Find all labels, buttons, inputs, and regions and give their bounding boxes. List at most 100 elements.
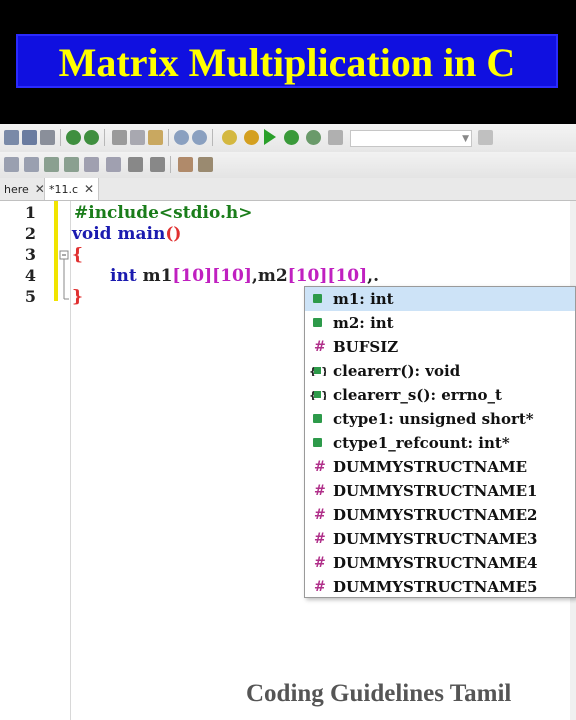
undo-icon[interactable]	[66, 130, 81, 145]
code-line-3: {	[72, 245, 83, 265]
function-icon: { }	[309, 389, 326, 400]
find-icon[interactable]	[174, 130, 189, 145]
jump-back-icon[interactable]	[24, 157, 39, 172]
svg-text:}: }	[321, 389, 326, 400]
paste-icon[interactable]	[148, 130, 163, 145]
run-icon[interactable]	[264, 129, 276, 145]
gear-icon[interactable]	[244, 130, 259, 145]
autocomplete-item[interactable]: # DUMMYSTRUCTNAME1	[305, 479, 575, 503]
channel-watermark: Coding Guidelines Tamil	[246, 680, 512, 707]
autocomplete-item[interactable]: m1: int	[305, 287, 575, 311]
autocomplete-item[interactable]: { } clearerr_s(): errno_t	[305, 383, 575, 407]
macro-icon: #	[314, 483, 326, 499]
title-box: Matrix Multiplication in C	[16, 34, 558, 88]
chevron-down-icon: ▼	[462, 134, 469, 144]
save-all-icon[interactable]	[22, 130, 37, 145]
zoom-fit-icon[interactable]	[178, 157, 193, 172]
code-tail: ,.	[367, 266, 380, 286]
autocomplete-item[interactable]: m2: int	[305, 311, 575, 335]
code-line-5: }	[72, 287, 83, 307]
toolbar-separator	[212, 129, 213, 146]
variable-icon	[313, 438, 322, 447]
array-dim: [10]	[172, 266, 213, 286]
line-number: 5	[24, 287, 36, 306]
abort-icon[interactable]	[328, 130, 343, 145]
macro-icon: #	[314, 555, 326, 571]
toolbar-separator	[168, 129, 169, 146]
line-number: 4	[24, 266, 36, 285]
cut-icon[interactable]	[112, 130, 127, 145]
toolbar-separator	[104, 129, 105, 146]
secondary-toolbar	[0, 152, 576, 179]
macro-icon: #	[314, 507, 326, 523]
autocomplete-popup[interactable]: m1: int m2: int # BUFSIZ { } clearerr():…	[304, 286, 576, 598]
macro-icon: #	[314, 339, 326, 355]
toolbar-separator	[60, 129, 61, 146]
autocomplete-item[interactable]: ctype1_refcount: int*	[305, 431, 575, 455]
toolbar-separator	[170, 156, 171, 173]
macro-icon: #	[314, 579, 326, 595]
editor-tabs: here ✕ *11.c ✕	[0, 178, 576, 201]
stop-icon[interactable]	[150, 157, 165, 172]
select-target-icon[interactable]	[478, 130, 493, 145]
main-toolbar: ▼	[0, 124, 576, 153]
autocomplete-item[interactable]: # DUMMYSTRUCTNAME	[305, 455, 575, 479]
macro-icon: #	[314, 459, 326, 475]
svg-text:}: }	[321, 365, 326, 376]
array-dim: [10]	[287, 266, 328, 286]
debug-icon[interactable]	[306, 130, 321, 145]
autocomplete-item[interactable]: ctype1: unsigned short*	[305, 407, 575, 431]
function-icon: { }	[309, 365, 326, 376]
autocomplete-item[interactable]: # BUFSIZ	[305, 335, 575, 359]
title-banner: Matrix Multiplication in C	[0, 0, 576, 122]
line-number: 2	[24, 224, 36, 243]
margin-line	[70, 201, 71, 720]
variable-icon	[313, 294, 322, 303]
help-icon[interactable]	[198, 157, 213, 172]
macro-icon: #	[314, 531, 326, 547]
replace-icon[interactable]	[192, 130, 207, 145]
fold-marker-icon[interactable]	[58, 201, 70, 311]
print-icon[interactable]	[40, 130, 55, 145]
tab-label: *11.c	[49, 183, 79, 196]
paren: ()	[165, 224, 182, 244]
code-line-4: int m1[10][10],m2[10][10],.	[110, 266, 379, 286]
jump-icon[interactable]	[4, 157, 19, 172]
autocomplete-item[interactable]: # DUMMYSTRUCTNAME2	[305, 503, 575, 527]
tab-here[interactable]: here ✕	[0, 178, 49, 200]
build-target-select[interactable]: ▼	[350, 130, 472, 147]
fold-margin	[58, 201, 70, 720]
array-dim: [10]	[327, 266, 368, 286]
code-line-1: #include<stdio.h>	[74, 203, 253, 223]
close-icon[interactable]: ✕	[84, 182, 94, 196]
tab-label: here	[4, 183, 29, 196]
variable-icon	[313, 318, 322, 327]
identifier: m1	[136, 266, 173, 286]
bookmark-icon[interactable]	[64, 157, 79, 172]
redo-icon[interactable]	[84, 130, 99, 145]
banner-title: Matrix Multiplication in C	[58, 40, 516, 85]
function-name: main	[111, 224, 166, 244]
jump-forward-icon[interactable]	[44, 157, 59, 172]
line-number: 1	[24, 203, 36, 222]
pause-icon[interactable]	[128, 157, 143, 172]
line-number-gutter: 1 2 3 4 5	[0, 201, 54, 720]
bookmark-next-icon[interactable]	[106, 157, 121, 172]
bookmark-prev-icon[interactable]	[84, 157, 99, 172]
array-dim: [10]	[212, 266, 252, 286]
code-line-2: void main()	[72, 224, 181, 244]
copy-icon[interactable]	[130, 130, 145, 145]
autocomplete-item[interactable]: # DUMMYSTRUCTNAME4	[305, 551, 575, 575]
tab-11c[interactable]: *11.c ✕	[44, 178, 100, 200]
identifier: m2	[257, 266, 288, 286]
line-number: 3	[24, 245, 36, 264]
autocomplete-item[interactable]: # DUMMYSTRUCTNAME5	[305, 575, 575, 599]
keyword: int	[110, 266, 137, 286]
build-run-icon[interactable]	[284, 130, 299, 145]
autocomplete-item[interactable]: { } clearerr(): void	[305, 359, 575, 383]
variable-icon	[313, 414, 322, 423]
ide-window: ▼ here ✕ *11.c ✕ 1 2 3 4 5 #include<stdi…	[0, 124, 576, 720]
save-icon[interactable]	[4, 130, 19, 145]
autocomplete-item[interactable]: # DUMMYSTRUCTNAME3	[305, 527, 575, 551]
build-settings-icon[interactable]	[222, 130, 237, 145]
